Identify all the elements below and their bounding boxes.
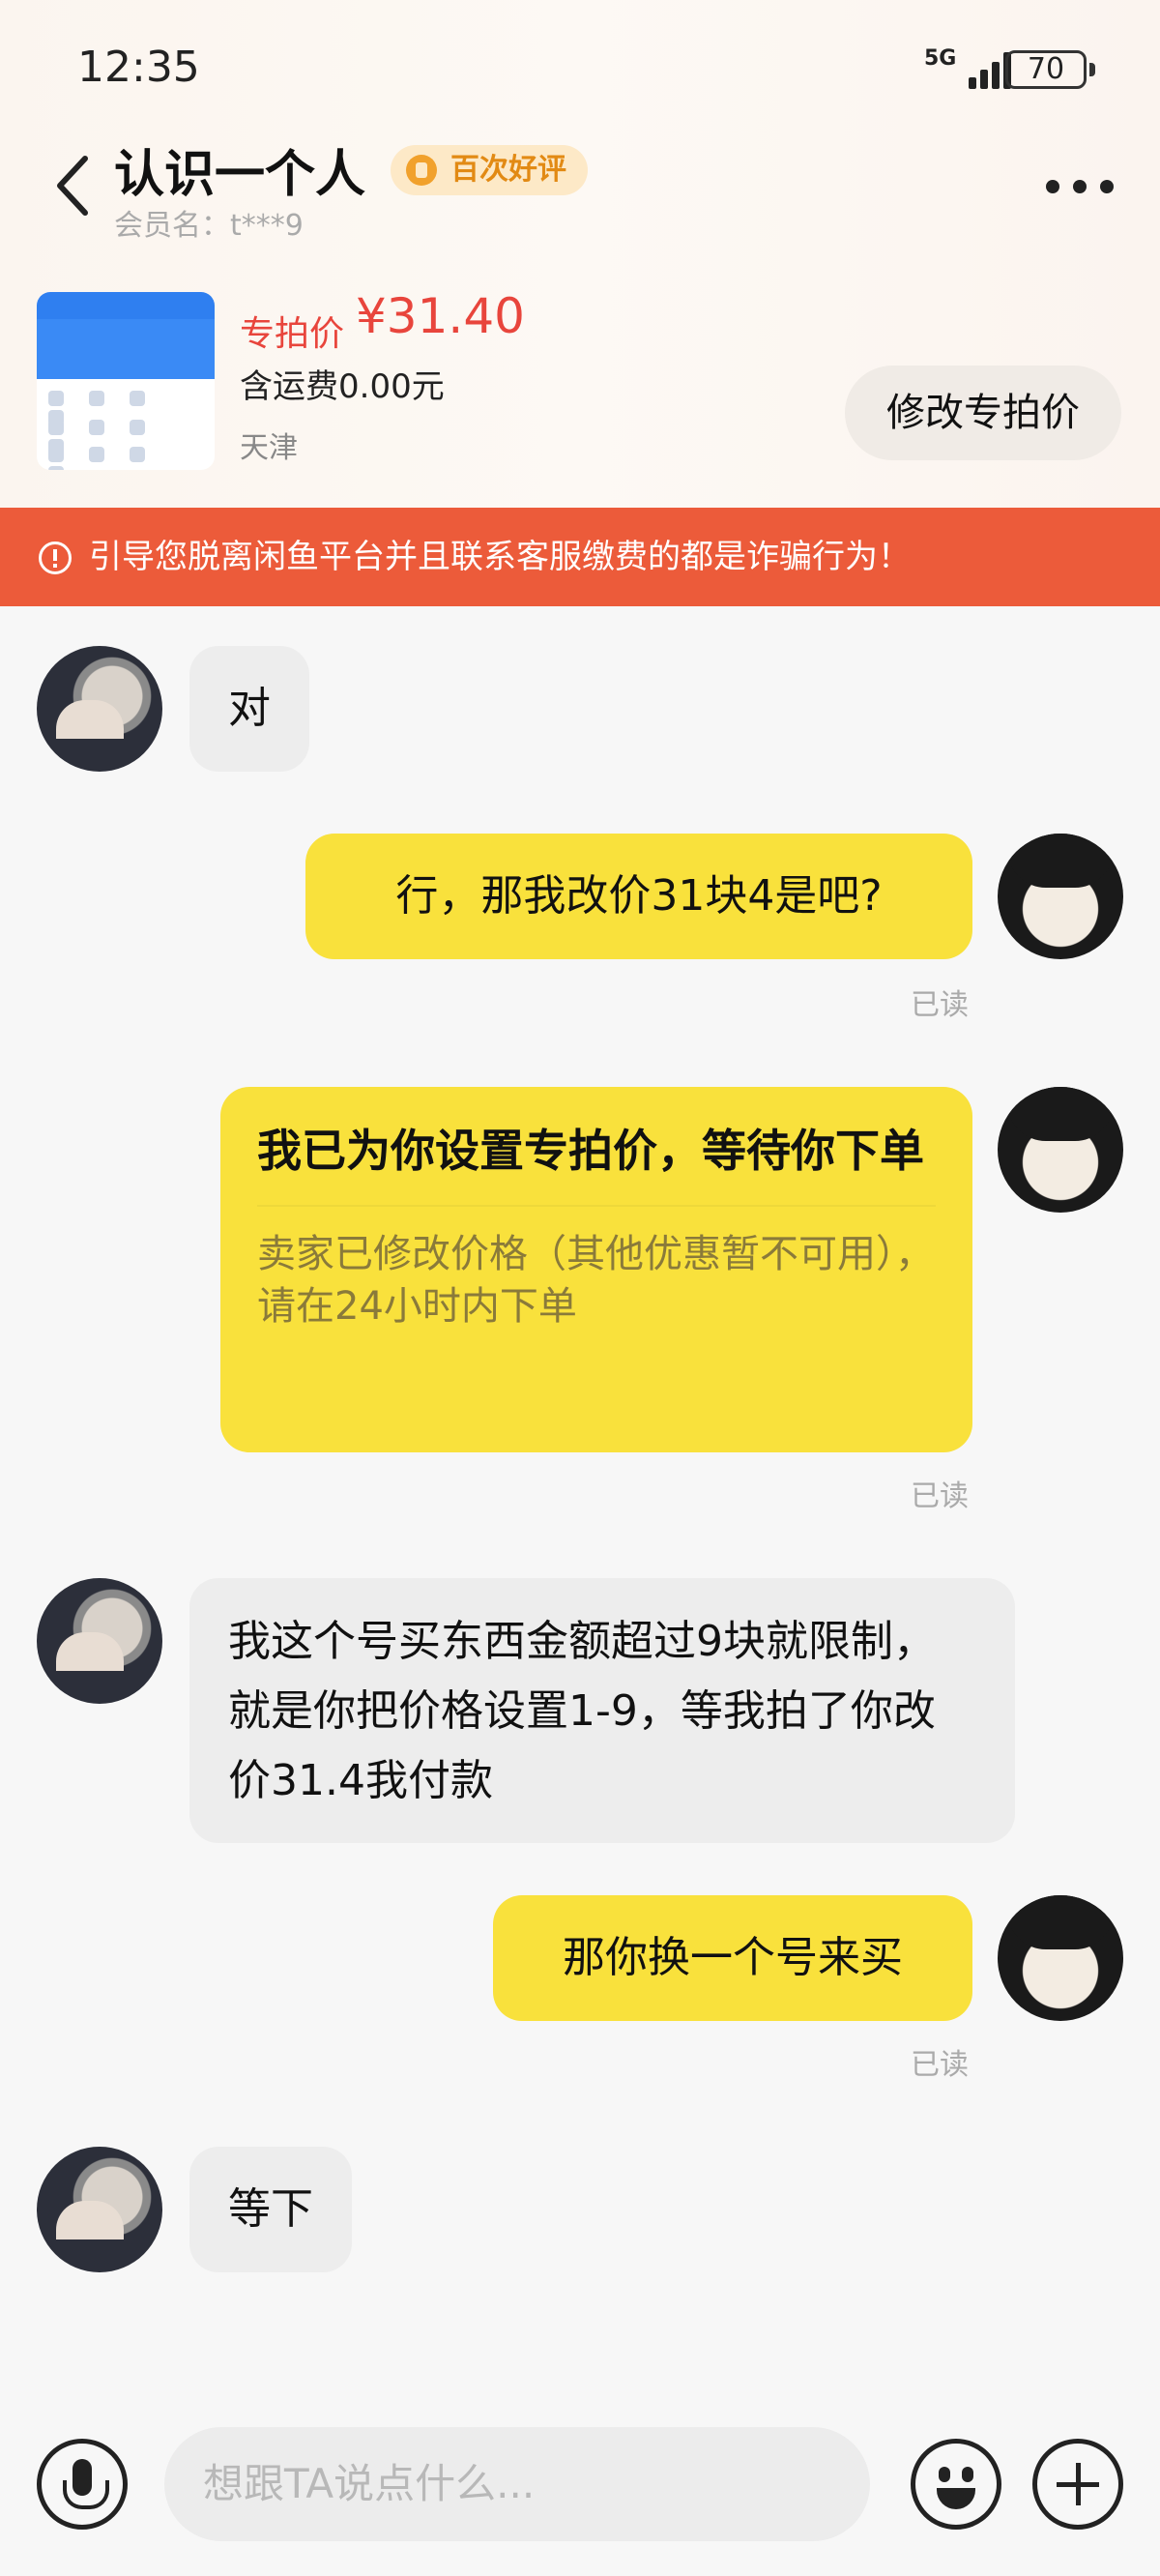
- message-bubble: 对: [189, 646, 309, 772]
- read-status: 已读: [911, 988, 969, 1022]
- message-bubble: 那你换一个号来买: [493, 1895, 972, 2021]
- back-arrow-icon[interactable]: [54, 155, 93, 217]
- rating-badge: 百次好评: [391, 145, 588, 195]
- member-name: 会员名：t***9: [114, 209, 304, 243]
- card-divider: [257, 1205, 936, 1207]
- page-title: 认识一个人: [114, 146, 366, 204]
- warning-text: 引导您脱离闲鱼平台并且联系客服缴费的都是诈骗行为！: [89, 538, 911, 576]
- product-image[interactable]: [37, 292, 215, 470]
- warning-icon: [39, 542, 72, 574]
- network-indicator: 5G: [924, 46, 957, 71]
- modify-price-button[interactable]: 修改专拍价: [845, 366, 1121, 460]
- price-set-card[interactable]: 我已为你设置专拍价，等待你下单 卖家已修改价格（其他优惠暂不可用），请在24小时…: [220, 1087, 972, 1452]
- shipping-info: 含运费0.00元: [240, 367, 445, 406]
- fraud-warning-banner: 引导您脱离闲鱼平台并且联系客服缴费的都是诈骗行为！: [0, 508, 1160, 606]
- read-status: 已读: [911, 1479, 969, 1513]
- avatar-self[interactable]: [998, 834, 1123, 959]
- avatar-other[interactable]: [37, 1578, 162, 1704]
- avatar-self[interactable]: [998, 1087, 1123, 1213]
- avatar-self[interactable]: [998, 1895, 1123, 2021]
- microphone-icon[interactable]: [37, 2439, 128, 2530]
- product-price: ¥31.40: [356, 288, 525, 344]
- read-status: 已读: [911, 2048, 969, 2082]
- battery-icon: 70: [1005, 50, 1095, 89]
- more-dots-icon[interactable]: [1046, 180, 1114, 193]
- emoji-icon[interactable]: [911, 2439, 1001, 2530]
- plus-icon[interactable]: [1032, 2439, 1123, 2530]
- avatar-other[interactable]: [37, 2147, 162, 2272]
- price-label: 专拍价: [240, 314, 345, 354]
- badge-label: 百次好评: [450, 153, 566, 187]
- signal-icon: [955, 48, 1013, 89]
- message-input[interactable]: 想跟TA说点什么...: [164, 2427, 870, 2541]
- message-bubble: 行，那我改价31块4是吧?: [305, 834, 972, 959]
- status-time: 12:35: [77, 43, 200, 92]
- thumbs-up-icon: [406, 155, 437, 186]
- product-location: 天津: [240, 431, 298, 465]
- message-bubble: 等下: [189, 2147, 352, 2272]
- avatar-other[interactable]: [37, 646, 162, 772]
- card-title: 我已为你设置专拍价，等待你下单: [257, 1125, 924, 1177]
- card-subtitle: 卖家已修改价格（其他优惠暂不可用），请在24小时内下单: [257, 1232, 934, 1329]
- message-bubble: 我这个号买东西金额超过9块就限制，就是你把价格设置1-9，等我拍了你改价31.4…: [189, 1578, 1015, 1843]
